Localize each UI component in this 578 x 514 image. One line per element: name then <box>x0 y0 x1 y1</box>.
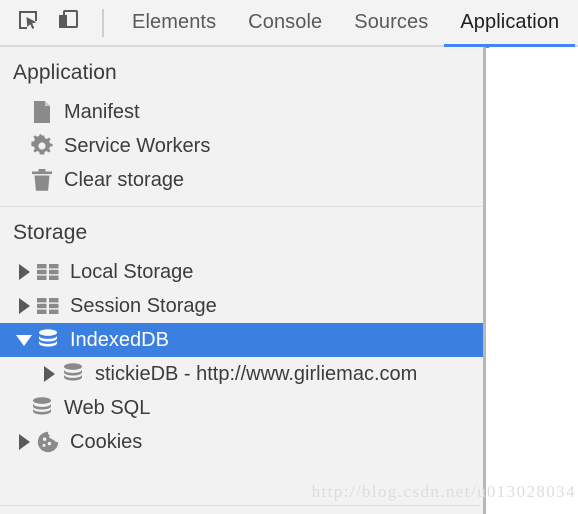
table-icon <box>35 255 61 289</box>
sidebar-item-manifest[interactable]: Manifest <box>0 95 483 129</box>
trash-icon <box>29 163 55 197</box>
tab-sources-label: Sources <box>354 11 429 33</box>
inspect-element-icon <box>16 8 40 37</box>
chevron-right-icon[interactable] <box>13 289 35 323</box>
device-toolbar-button[interactable] <box>48 1 88 45</box>
application-content-pane <box>489 47 578 514</box>
devtools-window: Elements Console Sources Application App… <box>0 0 578 514</box>
sidebar-item-service-workers-label: Service Workers <box>64 135 211 157</box>
chevron-down-icon[interactable] <box>13 323 35 357</box>
gear-icon <box>29 129 55 163</box>
document-icon <box>29 95 55 129</box>
sidebar-item-session-storage-label: Session Storage <box>70 295 217 317</box>
chevron-right-icon[interactable] <box>13 255 35 289</box>
table-icon <box>35 289 61 323</box>
section-title-application: Application <box>13 61 117 84</box>
sidebar-item-cookies-label: Cookies <box>70 431 143 453</box>
device-toolbar-icon <box>56 8 80 37</box>
sidebar-item-session-storage[interactable]: Session Storage <box>0 289 483 323</box>
database-icon <box>35 323 61 357</box>
tab-elements[interactable]: Elements <box>116 0 232 46</box>
database-icon <box>60 357 86 391</box>
chevron-right-icon[interactable] <box>13 425 35 459</box>
sidebar-item-manifest-label: Manifest <box>64 101 140 123</box>
sidebar-item-indexeddb[interactable]: IndexedDB <box>0 323 483 357</box>
tab-application[interactable]: Application <box>444 0 576 48</box>
tab-sources[interactable]: Sources <box>338 0 444 46</box>
sidebar-item-local-storage-label: Local Storage <box>70 261 194 283</box>
sidebar-item-local-storage[interactable]: Local Storage <box>0 255 483 289</box>
tab-application-label: Application <box>460 11 560 33</box>
database-icon <box>29 391 55 425</box>
devtools-toolbar: Elements Console Sources Application <box>0 0 578 48</box>
application-sidebar[interactable]: Application Manifest Service Workers Cle… <box>0 47 486 514</box>
toolbar-separator <box>102 8 104 37</box>
chevron-right-icon[interactable] <box>38 357 60 391</box>
panel-tabs: Elements Console Sources Application <box>116 0 576 48</box>
sidebar-item-clear-storage-label: Clear storage <box>64 169 185 191</box>
cookie-icon <box>35 425 61 459</box>
section-title-storage: Storage <box>13 221 88 244</box>
sidebar-item-service-workers[interactable]: Service Workers <box>0 129 483 163</box>
tab-console[interactable]: Console <box>232 0 338 46</box>
sidebar-item-clear-storage[interactable]: Clear storage <box>0 163 483 197</box>
inspect-element-button[interactable] <box>8 1 48 45</box>
tab-elements-label: Elements <box>132 11 217 33</box>
sidebar-item-web-sql-label: Web SQL <box>64 397 151 419</box>
sidebar-item-stickiedb-label: stickieDB - http://www.girliemac.com <box>95 363 418 385</box>
sidebar-item-cookies[interactable]: Cookies <box>0 425 483 459</box>
sidebar-item-indexeddb-label: IndexedDB <box>70 329 169 351</box>
sidebar-item-web-sql[interactable]: Web SQL <box>0 391 483 425</box>
sidebar-item-stickiedb[interactable]: stickieDB - http://www.girliemac.com <box>0 357 483 391</box>
sidebar-bottom-divider <box>0 505 480 506</box>
tab-console-label: Console <box>248 11 323 33</box>
